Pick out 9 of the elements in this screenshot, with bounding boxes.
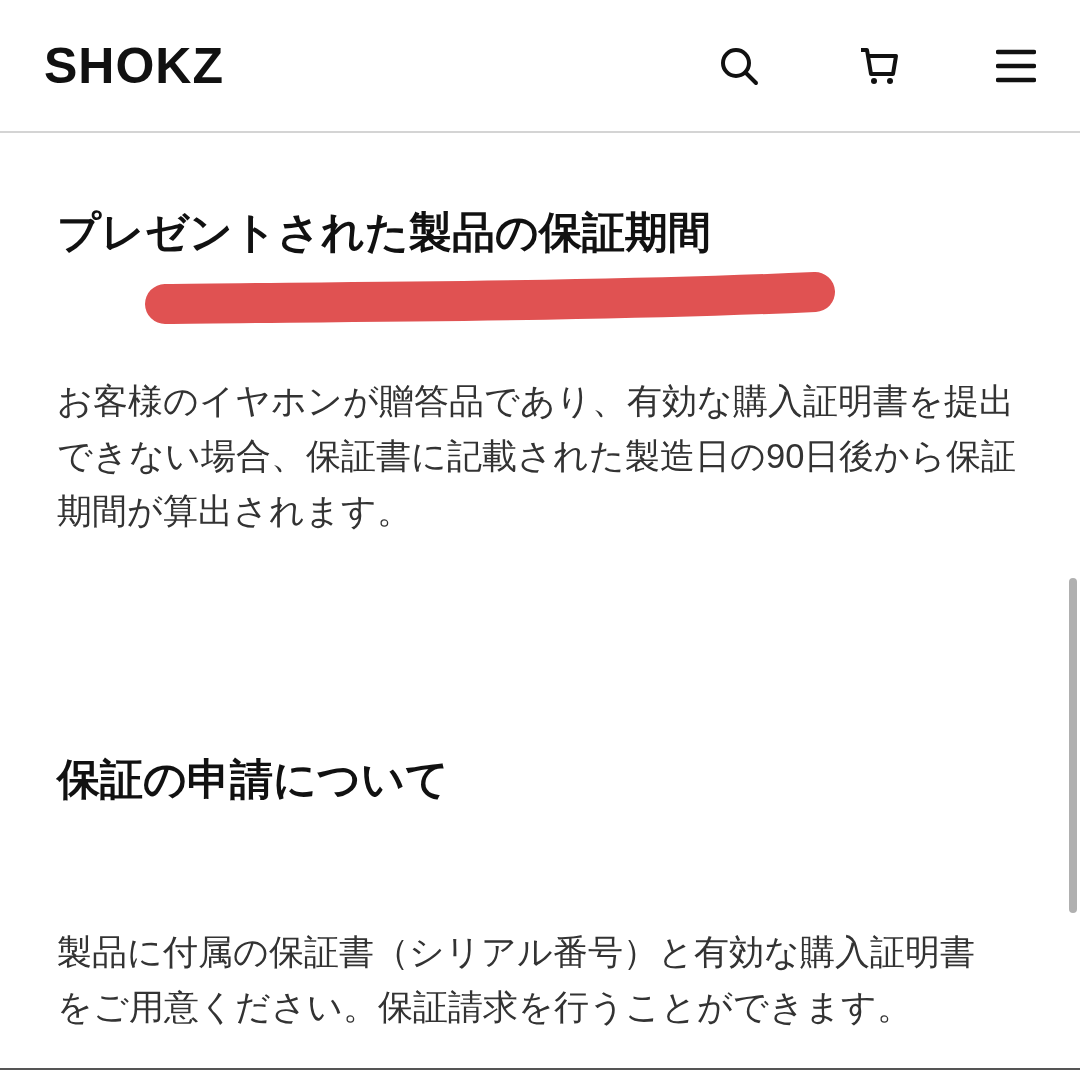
brand-logo[interactable]: SHOKZ <box>44 37 224 94</box>
menu-icon[interactable] <box>996 48 1036 83</box>
scrollbar[interactable] <box>1069 578 1077 913</box>
cart-icon[interactable] <box>859 45 899 86</box>
section-heading: プレゼントされた製品の保証期間 <box>57 207 712 258</box>
search-icon[interactable] <box>719 45 759 86</box>
body-text: お客様のイヤホンが贈答品であり、有効な購入証明書を提出できない場合、保証書に記載された製造日の90日後から保証期間が算出されます。 <box>57 381 1018 532</box>
body-text: 製品に付属の保証書（シリアル番号）と有効な購入証明書をご用意ください。保証請求を行うことができます。 <box>57 932 976 1028</box>
section-heading: 保証の申請について <box>57 754 450 805</box>
